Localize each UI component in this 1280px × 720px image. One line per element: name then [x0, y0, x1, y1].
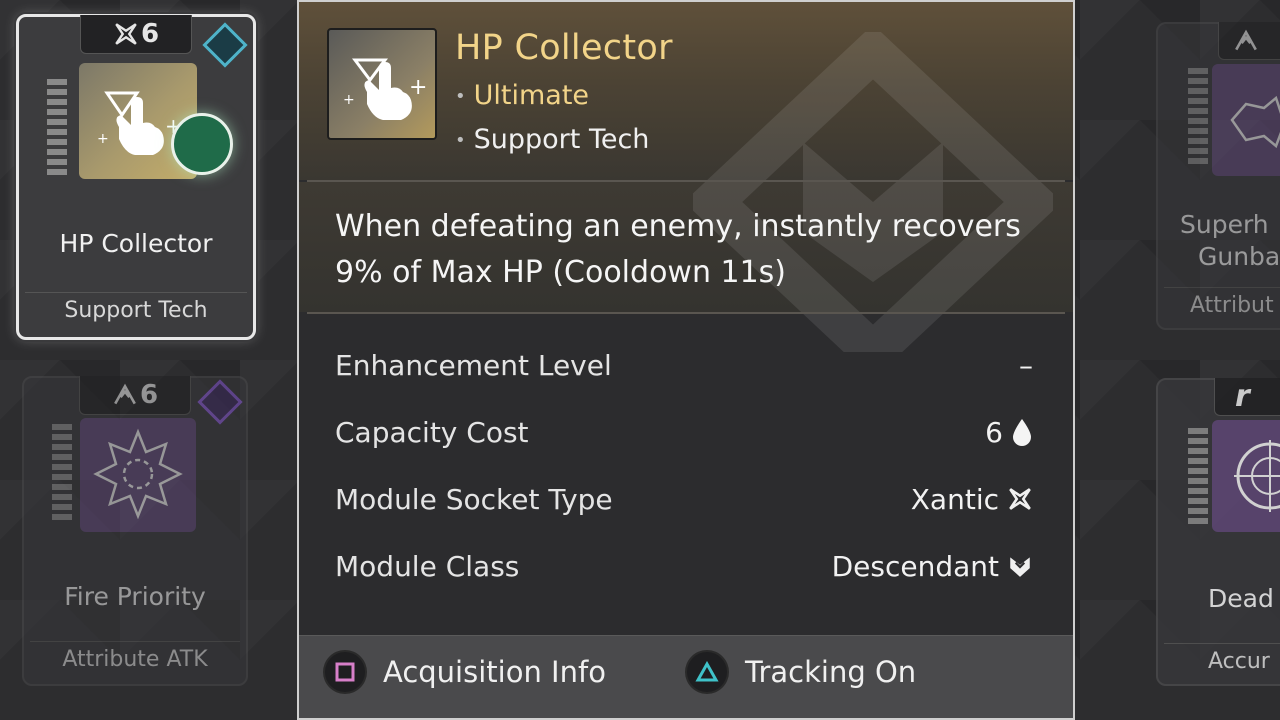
- acquisition-info-label: Acquisition Info: [383, 655, 606, 689]
- popup-action-bar: Acquisition Info Tracking On: [299, 635, 1073, 718]
- descendant-class-icon: [202, 22, 248, 68]
- bullet-icon: •: [455, 86, 466, 107]
- bullet-icon: •: [455, 130, 466, 151]
- enhancement-ladder: [52, 424, 72, 520]
- stat-row-enhancement-level: Enhancement Level –: [335, 345, 1033, 385]
- acquisition-info-button[interactable]: Acquisition Info: [325, 652, 606, 692]
- card-category: Attribut: [1164, 287, 1280, 324]
- class-icon: [197, 379, 243, 425]
- enhancement-ladder: [47, 79, 67, 175]
- rutile-socket-icon: r: [1235, 379, 1250, 414]
- type-label: Support Tech: [473, 124, 650, 155]
- gear-burst-icon: [1230, 95, 1280, 149]
- xantic-socket-icon: [115, 23, 137, 45]
- module-art: [80, 418, 196, 532]
- module-type-tag: • Support Tech: [455, 124, 649, 155]
- almandine-socket-icon: [1235, 29, 1257, 50]
- hand-pickup-icon: + +: [343, 58, 427, 120]
- stat-label: Module Socket Type: [335, 482, 613, 516]
- module-tier-tag: • Ultimate: [455, 80, 589, 111]
- equip-ring-icon: [171, 113, 233, 175]
- header-divider: [307, 180, 1065, 182]
- module-art: [1212, 64, 1280, 176]
- module-description: When defeating an enemy, instantly recov…: [335, 209, 1021, 290]
- stat-label: Capacity Cost: [335, 415, 529, 449]
- tracking-label: Tracking On: [745, 655, 917, 689]
- capacity-badge-value: 6: [139, 380, 159, 410]
- module-card-right-top[interactable]: Superh Gunba Attribut: [1156, 22, 1280, 330]
- module-card-hp-collector[interactable]: 6 + + HP Collector Support Tech: [16, 14, 256, 340]
- stat-value: Descendant: [831, 549, 999, 583]
- stat-row-module-class: Module Class Descendant: [335, 546, 1033, 586]
- stat-value: Xantic: [910, 482, 999, 516]
- svg-text:+: +: [343, 92, 355, 108]
- crosshair-icon: [1234, 440, 1280, 512]
- enhancement-ladder: [1188, 428, 1208, 524]
- enhancement-ladder: [1188, 68, 1208, 164]
- burst-target-icon: [93, 428, 183, 520]
- card-name: Fire Priority: [64, 582, 206, 611]
- card-name-line2: Gunba: [1198, 242, 1280, 271]
- descendant-class-icon: [1010, 557, 1030, 577]
- svg-text:+: +: [409, 75, 427, 100]
- card-name: HP Collector: [59, 229, 213, 258]
- stat-label: Module Class: [335, 549, 520, 583]
- module-title: HP Collector: [455, 28, 673, 68]
- module-detail-popup: + + HP Collector • Ultimate • Support Tech…: [297, 0, 1075, 720]
- xantic-socket-icon: [1009, 488, 1031, 510]
- module-card-right-bottom[interactable]: r Dead Accur: [1156, 378, 1280, 686]
- stat-row-socket-type: Module Socket Type Xantic: [335, 479, 1033, 519]
- svg-text:+: +: [97, 131, 109, 147]
- stat-value: –: [1019, 348, 1033, 382]
- drop-icon: [1013, 419, 1031, 446]
- socket-badge: [1218, 22, 1280, 60]
- stat-label: Enhancement Level: [335, 348, 612, 382]
- socket-badge: 6: [80, 15, 192, 54]
- stat-value: 6: [985, 415, 1003, 449]
- tracking-toggle-button[interactable]: Tracking On: [687, 652, 916, 692]
- card-category: Support Tech: [25, 292, 247, 329]
- card-name: Dead: [1208, 584, 1274, 613]
- tier-label: Ultimate: [473, 80, 590, 111]
- module-card-fire-priority[interactable]: 6 Fire Priority Attribute ATK: [22, 376, 248, 686]
- triangle-button-icon: [687, 652, 727, 692]
- socket-badge: r: [1214, 378, 1280, 416]
- stat-row-capacity-cost: Capacity Cost 6: [335, 412, 1033, 452]
- module-icon: + +: [327, 28, 437, 140]
- card-category: Attribute ATK: [30, 641, 240, 678]
- descendant-watermark-icon: [693, 32, 1053, 352]
- almandine-socket-icon: [114, 383, 136, 405]
- card-category: Accur: [1164, 643, 1280, 680]
- square-button-icon: [325, 652, 365, 692]
- socket-badge: 6: [79, 376, 191, 415]
- card-name-line1: Superh: [1180, 210, 1269, 239]
- capacity-badge-value: 6: [140, 19, 160, 49]
- description-divider: [307, 312, 1065, 314]
- module-art: [1212, 420, 1280, 532]
